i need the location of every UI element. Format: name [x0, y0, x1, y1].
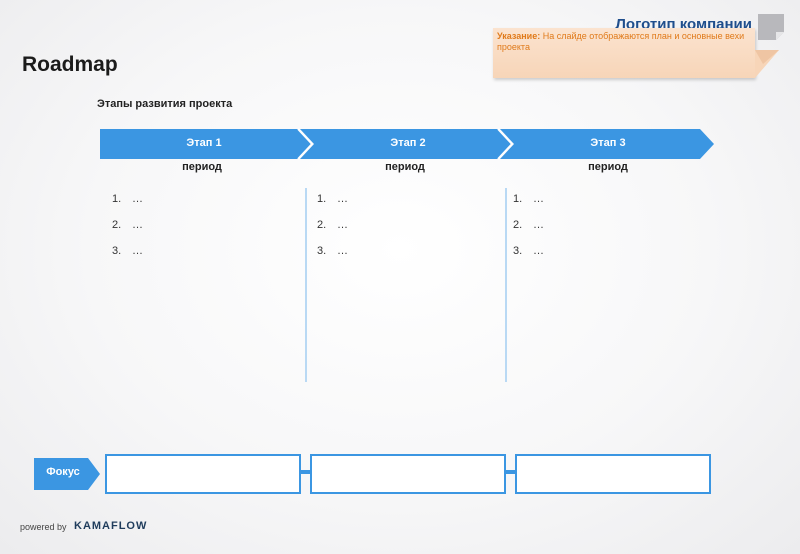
stage-1-label: Этап 1	[186, 137, 222, 149]
stage-chevrons	[100, 128, 714, 160]
stage-3-list: 1.… 2.… 3.…	[513, 193, 544, 271]
stage-3-label: Этап 3	[590, 137, 626, 149]
focus-box-3[interactable]	[515, 454, 711, 494]
list-item: 2.…	[112, 219, 143, 231]
stage-2-list: 1.… 2.… 3.…	[317, 193, 348, 271]
list-item: 3.…	[513, 245, 544, 257]
focus-label: Фокус	[46, 466, 80, 478]
list-item: 3.…	[317, 245, 348, 257]
stage-1-period: период	[182, 161, 222, 173]
list-item: 1.…	[513, 193, 544, 205]
stage-1-list: 1.… 2.… 3.…	[112, 193, 143, 271]
column-divider	[305, 188, 307, 382]
stage-2-period: период	[385, 161, 425, 173]
focus-box-1[interactable]	[105, 454, 301, 494]
brand-logo: KAMAFLOW	[74, 520, 148, 532]
column-divider	[505, 188, 507, 382]
list-item: 2.…	[513, 219, 544, 231]
stage-3-period: период	[588, 161, 628, 173]
powered-by-text: powered by	[20, 522, 67, 532]
stage-2-label: Этап 2	[390, 137, 426, 149]
list-item: 1.…	[317, 193, 348, 205]
focus-box-2[interactable]	[310, 454, 506, 494]
slide: Логотип компании Указание: На слайде ото…	[0, 0, 800, 554]
list-item: 1.…	[112, 193, 143, 205]
list-item: 3.…	[112, 245, 143, 257]
list-item: 2.…	[317, 219, 348, 231]
